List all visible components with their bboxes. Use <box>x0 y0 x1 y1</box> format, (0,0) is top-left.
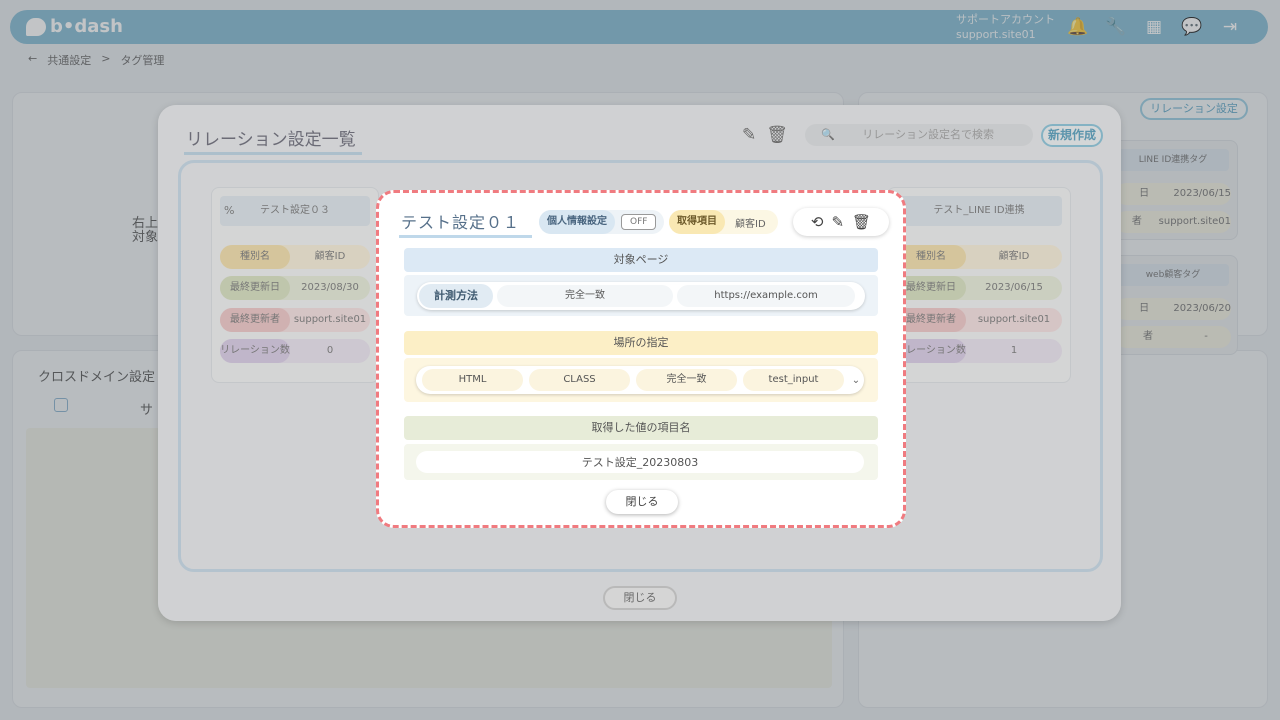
location-header: 場所の指定 <box>404 331 878 355</box>
location-type-field: HTML <box>422 369 523 391</box>
detail-title: テスト設定０１ <box>399 209 533 238</box>
url-field: https://example.com <box>677 285 855 307</box>
location-value-field: test_input <box>743 369 844 391</box>
detail-close-button[interactable]: 閉じる <box>606 490 678 514</box>
measure-method-label: 計測方法 <box>419 284 493 308</box>
trash-icon[interactable]: 🗑 <box>852 213 871 231</box>
acquired-item-value: 顧客ID <box>735 218 766 230</box>
edit-icon[interactable]: ✎ <box>831 213 844 231</box>
location-body: HTML CLASS 完全一致 test_input ⌄ <box>404 358 878 402</box>
value-name-field: テスト設定_20230803 <box>416 451 864 473</box>
personal-info-label: 個人情報設定 <box>539 210 615 234</box>
acquired-item: 取得項目 顧客ID <box>669 210 778 234</box>
value-name-header: 取得した値の項目名 <box>404 416 878 440</box>
personal-info-setting: 個人情報設定 OFF <box>539 210 665 234</box>
chevron-down-icon[interactable]: ⌄ <box>850 375 862 386</box>
detail-tools: ⟲ ✎ 🗑 <box>793 208 889 236</box>
target-page-body: 計測方法 完全一致 https://example.com <box>404 275 878 316</box>
location-match-field: 完全一致 <box>636 369 737 391</box>
match-type-field: 完全一致 <box>497 285 673 307</box>
history-icon[interactable]: ⟲ <box>811 213 824 231</box>
target-page-header: 対象ページ <box>404 248 878 272</box>
value-name-body: テスト設定_20230803 <box>404 444 878 480</box>
personal-info-toggle[interactable]: OFF <box>621 214 657 230</box>
relation-detail-modal: テスト設定０１ 個人情報設定 OFF 取得項目 顧客ID ⟲ ✎ 🗑 対象ページ… <box>376 190 906 528</box>
target-page-row: 計測方法 完全一致 https://example.com <box>417 282 865 310</box>
location-attr-field: CLASS <box>529 369 630 391</box>
acquired-item-label: 取得項目 <box>669 210 725 234</box>
location-row: HTML CLASS 完全一致 test_input ⌄ <box>416 366 864 394</box>
